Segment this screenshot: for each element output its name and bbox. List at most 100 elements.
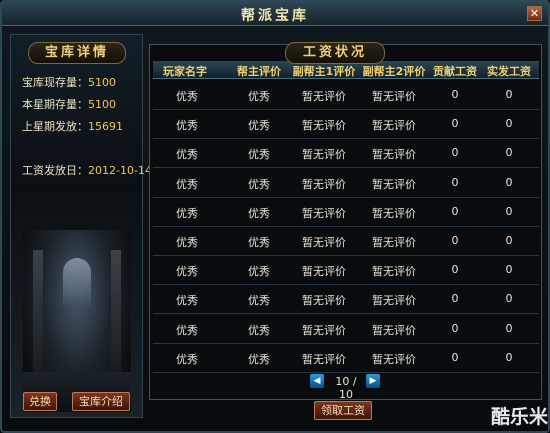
cell-vice2-rating: 暂无评价 bbox=[372, 265, 416, 279]
pillar-right bbox=[111, 250, 121, 380]
cell-contribution-salary: 0 bbox=[451, 292, 459, 306]
cell-status: 优秀 bbox=[176, 90, 198, 103]
pagination: ◀ 10 / 10 ▶ bbox=[310, 374, 382, 401]
cell-leader-rating: 优秀 bbox=[248, 177, 270, 191]
cell-actual-salary: 0 bbox=[505, 175, 513, 189]
page-indicator: 10 / 10 bbox=[335, 375, 357, 401]
col-vice1-rating: 副帮主1评价 bbox=[292, 65, 356, 78]
table-row: 优秀 暂无评价 暂无评价 0 0 优秀 bbox=[153, 284, 539, 315]
cell-contribution-salary: 0 bbox=[451, 321, 459, 335]
cell-actual-salary: 0 bbox=[505, 88, 513, 101]
collect-salary-button[interactable]: 领取工资 bbox=[314, 401, 372, 420]
cell-actual-salary: 0 bbox=[505, 234, 513, 247]
cell-actual-salary: 0 bbox=[505, 292, 513, 306]
cell-status: 优秀 bbox=[176, 206, 198, 220]
col-contribution-salary: 贡献工资 bbox=[433, 65, 477, 78]
stat-label: 上星期发放： bbox=[22, 120, 88, 133]
cell-contribution-salary: 0 bbox=[451, 175, 459, 189]
stat-this-week: 本星期存量：5100 bbox=[22, 96, 116, 112]
cell-leader-rating: 优秀 bbox=[248, 294, 270, 308]
cell-status: 优秀 bbox=[176, 236, 198, 249]
arrow-left-icon[interactable]: ◀ bbox=[310, 374, 324, 388]
cell-vice2-rating: 暂无评价 bbox=[372, 177, 416, 191]
cell-status: 优秀 bbox=[176, 294, 198, 308]
col-player-name: 玩家名字 bbox=[163, 65, 207, 78]
cell-vice1-rating: 暂无评价 bbox=[302, 265, 346, 279]
table-row: 优秀 暂无评价 暂无评价 0 0 优秀 bbox=[153, 226, 539, 256]
table-row: 优秀 暂无评价 暂无评价 0 0 优秀 bbox=[153, 197, 539, 227]
payday-label: 工资发放日： bbox=[22, 164, 88, 177]
palace-arch bbox=[63, 258, 91, 306]
cell-contribution-salary: 0 bbox=[451, 204, 459, 218]
cell-vice1-rating: 暂无评价 bbox=[302, 206, 346, 220]
table-row: 优秀 暂无评价 暂无评价 0 0 优秀 bbox=[153, 255, 539, 286]
col-actual-salary: 实发工资 bbox=[487, 65, 531, 78]
pillar-left bbox=[33, 250, 43, 380]
cell-vice2-rating: 暂无评价 bbox=[372, 294, 416, 308]
cell-actual-salary: 0 bbox=[505, 263, 513, 277]
cell-contribution-salary: 0 bbox=[451, 234, 459, 247]
exchange-button[interactable]: 兑换 bbox=[23, 392, 57, 411]
table-row: 优秀 暂无评价 暂无评价 0 0 优秀 bbox=[153, 314, 539, 344]
palace-illustration bbox=[23, 230, 131, 412]
cell-actual-salary: 0 bbox=[505, 146, 513, 160]
stat-last-week: 上星期发放：15691 bbox=[22, 118, 123, 134]
cell-contribution-salary: 0 bbox=[451, 350, 459, 364]
cell-vice1-rating: 暂无评价 bbox=[302, 236, 346, 249]
payday-value: 2012-10-14 bbox=[88, 164, 152, 177]
cell-leader-rating: 优秀 bbox=[248, 119, 270, 133]
cell-vice1-rating: 暂无评价 bbox=[302, 148, 346, 162]
stat-label: 宝库现存量： bbox=[22, 76, 88, 89]
cell-vice2-rating: 暂无评价 bbox=[372, 90, 416, 103]
cell-contribution-salary: 0 bbox=[451, 263, 459, 277]
cell-contribution-salary: 0 bbox=[451, 146, 459, 160]
salary-status-panel: 玩家名字 帮主评价 副帮主1评价 副帮主2评价 贡献工资 实发工资 优秀 暂无评价… bbox=[149, 44, 542, 400]
col-vice2-rating: 副帮主2评价 bbox=[362, 65, 426, 78]
close-icon[interactable]: ✕ bbox=[527, 6, 542, 21]
cell-leader-rating: 优秀 bbox=[248, 90, 270, 103]
window-title: 帮派宝库 bbox=[241, 8, 309, 24]
title-bar: 帮派宝库 ✕ bbox=[2, 2, 548, 26]
cell-leader-rating: 优秀 bbox=[248, 206, 270, 220]
stat-value: 5100 bbox=[88, 76, 116, 89]
cell-contribution-salary: 0 bbox=[451, 117, 459, 131]
cell-actual-salary: 0 bbox=[505, 350, 513, 364]
cell-status: 优秀 bbox=[176, 323, 198, 337]
stat-current-stock: 宝库现存量：5100 bbox=[22, 74, 116, 90]
cell-leader-rating: 优秀 bbox=[248, 148, 270, 162]
cell-vice2-rating: 暂无评价 bbox=[372, 236, 416, 249]
arrow-right-icon[interactable]: ▶ bbox=[366, 374, 380, 388]
table-row: 优秀 暂无评价 暂无评价 0 0 优秀 bbox=[153, 109, 539, 140]
cell-leader-rating: 优秀 bbox=[248, 323, 270, 337]
treasury-details-panel bbox=[10, 34, 143, 418]
treasury-intro-button[interactable]: 宝库介绍 bbox=[72, 392, 130, 411]
cell-status: 优秀 bbox=[176, 352, 198, 366]
cell-vice1-rating: 暂无评价 bbox=[302, 294, 346, 308]
cell-vice1-rating: 暂无评价 bbox=[302, 90, 346, 103]
cell-vice2-rating: 暂无评价 bbox=[372, 323, 416, 337]
col-leader-rating: 帮主评价 bbox=[237, 65, 281, 78]
cell-vice1-rating: 暂无评价 bbox=[302, 352, 346, 366]
cell-vice1-rating: 暂无评价 bbox=[302, 177, 346, 191]
stat-value: 15691 bbox=[88, 120, 123, 133]
treasury-details-banner: 宝库详情 bbox=[28, 42, 126, 64]
cell-actual-salary: 0 bbox=[505, 117, 513, 131]
payday-info: 工资发放日：2012-10-14 bbox=[22, 162, 152, 178]
salary-status-banner: 工资状况 bbox=[285, 42, 385, 64]
table-row: 优秀 暂无评价 暂无评价 0 0 优秀 bbox=[153, 168, 539, 198]
cell-vice1-rating: 暂无评价 bbox=[302, 323, 346, 337]
cell-vice2-rating: 暂无评价 bbox=[372, 352, 416, 366]
table-row: 优秀 暂无评价 暂无评价 0 0 优秀 bbox=[153, 343, 539, 373]
cell-leader-rating: 优秀 bbox=[248, 265, 270, 279]
cell-contribution-salary: 0 bbox=[451, 88, 459, 101]
cell-vice1-rating: 暂无评价 bbox=[302, 119, 346, 133]
guild-treasury-window: 帮派宝库 ✕ 宝库详情 宝库现存量：5100 本星期存量：5100 上星期发放：… bbox=[0, 0, 550, 433]
cell-leader-rating: 优秀 bbox=[248, 236, 270, 249]
cell-status: 优秀 bbox=[176, 119, 198, 133]
site-watermark: 酷乐米 bbox=[490, 406, 548, 428]
cell-leader-rating: 优秀 bbox=[248, 352, 270, 366]
table-row: 优秀 暂无评价 暂无评价 0 0 优秀 bbox=[153, 138, 539, 169]
cell-actual-salary: 0 bbox=[505, 204, 513, 218]
stat-value: 5100 bbox=[88, 98, 116, 111]
cell-vice2-rating: 暂无评价 bbox=[372, 119, 416, 133]
